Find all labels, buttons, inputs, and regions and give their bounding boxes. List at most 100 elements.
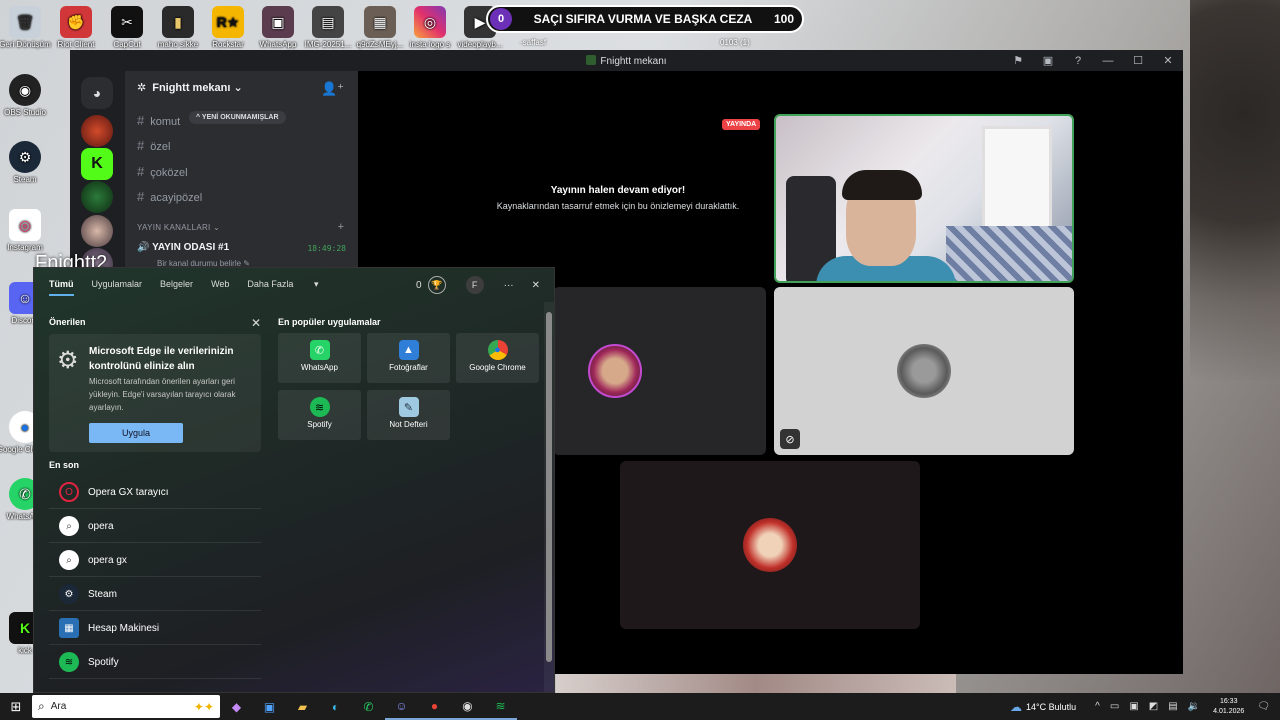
riot-icon: ✊ [60,6,92,38]
inbox-icon[interactable]: ▣ [1033,54,1063,67]
overlay-headline: SAÇI SIFIRA VURMA VE BAŞKA CEZA [533,12,753,26]
popular-app-tile[interactable]: ✎ Not Defteri [367,390,450,440]
voice-timer: 18:49:28 [307,244,346,253]
overlay-sub-right: 0103 (1) [720,38,750,47]
spotify-icon[interactable]: ≋ [484,693,517,720]
user-avatar[interactable]: F [465,276,484,294]
recommendation-description: Microsoft tarafından önerilen ayarları g… [89,377,236,412]
maximize-button[interactable]: ☐ [1123,54,1153,67]
weather-icon: ☁ [1010,699,1023,714]
tray-app-icon[interactable]: ▣ [1129,701,1138,712]
close-button[interactable]: ✕ [1153,54,1183,67]
desktop-icon-steam[interactable]: ⚙ Steam [0,141,55,184]
popular-app-tile[interactable]: ● Google Chrome [456,333,539,383]
channel-cokozel[interactable]: # çoközel [137,164,188,179]
server-mini-icon [586,54,597,65]
hash-icon: # [137,164,145,179]
tab-web[interactable]: Web [211,279,229,296]
rewards-icon[interactable]: 🏆 [427,276,446,294]
participant-tile-2[interactable]: ⊘ [774,287,1074,455]
add-member-icon[interactable]: 👤⁺ [321,81,344,97]
spotify-icon: ≋ [59,652,79,672]
voice-channel[interactable]: 🔊 YAYIN ODASI #1 [137,242,229,253]
recent-item[interactable]: ⚙ Steam [49,578,261,611]
taskbar-search-box[interactable]: ⌕ Ara ✦✦ [32,695,220,718]
flag-icon[interactable]: ⚑ [1003,54,1033,67]
notepad-icon: ✎ [398,397,419,417]
opera-gx-icon: O [59,482,79,502]
tray-app-icon[interactable]: ◩ [1149,701,1158,712]
desktop-icon-img[interactable]: ▤ IMG-20251... [298,6,358,49]
popular-app-tile[interactable]: ✆ WhatsApp [278,333,361,383]
edge-icon[interactable]: ◐ [319,693,352,720]
tab-apps[interactable]: Uygulamalar [92,279,143,296]
category-yayin-kanallari[interactable]: YAYIN KANALLARI ⌄ [137,223,220,232]
recommended-title: Önerilen [49,317,86,327]
copilot-icon[interactable]: ◆ [220,693,253,720]
apply-button[interactable]: Uygula [89,423,183,443]
file-explorer-icon[interactable]: ▰ [286,693,319,720]
volume-icon[interactable]: 🔉 [1188,701,1200,712]
server-icon-4[interactable] [81,215,113,247]
recent-item[interactable]: ⌕ opera [49,510,261,543]
channel-acayipozel[interactable]: # acayipözel [137,189,202,204]
search-tabs: Tümü Uygulamalar Belgeler Web Daha Fazla… [49,279,336,296]
server-icon-kick[interactable]: K [81,148,113,180]
channel-komut[interactable]: # komut [137,113,180,128]
participant-tile-1[interactable] [553,287,766,455]
search-highlight-icon: ✦✦ [193,699,214,714]
panel-scroll-thumb[interactable] [546,312,552,662]
folder-icon: ▮ [162,6,194,38]
spotify-icon: ≋ [309,397,330,417]
help-icon[interactable]: ? [1063,55,1093,67]
search-icon: ⌕ [38,699,45,713]
tray-chevron-icon[interactable]: ^ [1095,701,1100,712]
add-channel-icon[interactable]: + [338,221,344,233]
recent-item[interactable]: ≋ Spotify [49,646,261,679]
obs-icon[interactable]: ◉ [451,693,484,720]
chrome-icon[interactable]: ● [418,693,451,720]
weather-text[interactable]: 14°C Bulutlu [1026,702,1076,712]
server-header[interactable]: ✲ Fnightt mekanı ⌄ [137,81,243,94]
server-icon-1[interactable] [81,115,113,147]
wallpaper-hair [1190,0,1280,380]
desktop-icon-obs[interactable]: ◉ OBS Studio [0,74,55,117]
store-icon[interactable]: ▣ [253,693,286,720]
taskbar: ⊞ ⌕ Ara ✦✦ ◆ ▣ ▰ ◐ ✆ ☺ ● ◉ ≋ ☁ 14°C Bulu… [0,693,1280,720]
stream-overlay-bar: 0 SAÇI SIFIRA VURMA VE BAŞKA CEZA 100 [486,5,804,33]
tab-all[interactable]: Tümü [49,279,74,296]
close-panel-button[interactable]: ✕ [532,280,540,291]
minimize-button[interactable]: — [1093,55,1123,67]
voice-icon: 🔊 [137,242,150,253]
dismiss-recommended-icon[interactable]: ✕ [251,316,261,330]
tray-app-icon[interactable]: ▭ [1110,701,1119,712]
server-icon-3[interactable] [81,181,113,213]
discord-icon[interactable]: ☺ [385,693,418,720]
discord-home-icon[interactable]: ◕ [81,77,113,109]
camera-bed [946,226,1072,281]
hash-icon: # [137,138,145,153]
network-icon[interactable]: ▤ [1168,701,1177,712]
clock[interactable]: 16:33 4.01.2026 [1213,697,1244,717]
camera-tile[interactable] [774,114,1074,283]
rewards-points: 0 [416,279,422,291]
unread-pill[interactable]: ^ YENİ OKUNMAMIŞLAR [189,111,286,124]
desktop-icon-instagram[interactable]: ◎ Instagram [0,209,55,252]
search-input[interactable]: Ara [51,701,67,712]
tab-documents[interactable]: Belgeler [160,279,193,296]
start-button[interactable]: ⊞ [0,699,32,715]
recent-item[interactable]: ⌕ opera gx [49,544,261,577]
recent-item[interactable]: ▦ Hesap Makinesi [49,612,261,645]
tab-more[interactable]: Daha Fazla ▾ [247,279,318,296]
popular-app-tile[interactable]: ▲ Fotoğraflar [367,333,450,383]
more-options-icon[interactable]: ··· [504,280,514,291]
channel-ozel[interactable]: # özel [137,138,170,153]
overlay-sub-left: -saffasf [520,38,547,47]
notifications-icon[interactable]: 🗨 [1257,701,1270,712]
whatsapp-icon[interactable]: ✆ [352,693,385,720]
popular-app-tile[interactable]: ≋ Spotify [278,390,361,440]
participant-tile-3[interactable] [620,461,920,629]
recent-title: En son [49,460,80,470]
recent-item[interactable]: O Opera GX tarayıcı [49,476,261,509]
participant-avatar [897,344,951,398]
